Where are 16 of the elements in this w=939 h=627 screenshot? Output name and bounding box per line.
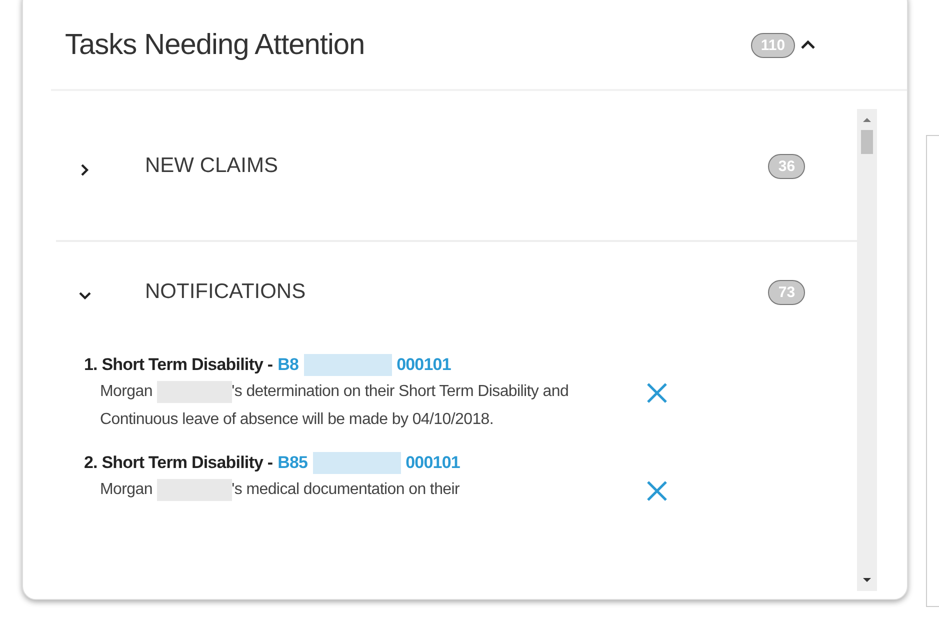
claim-link[interactable]: B8 xyxy=(278,352,299,378)
notification-title: 2. Short Term Disability - xyxy=(84,452,273,474)
scroll-up-icon[interactable] xyxy=(863,117,872,123)
notification-text: Morgan 's medical documentation on their xyxy=(100,476,580,504)
caret-up-icon[interactable] xyxy=(799,39,818,51)
scroll-down-icon[interactable] xyxy=(863,577,872,583)
scrollbar[interactable] xyxy=(857,109,878,591)
notification-text: Morgan 's determination on their Short Term Disability and Continuous leave of absence will be made by 04/10/2018. xyxy=(100,378,580,434)
claim-link[interactable]: B85 xyxy=(278,450,308,476)
section-title[interactable]: NEW CLAIMS xyxy=(145,154,768,178)
panel-title: Tasks Needing Attention xyxy=(65,28,366,62)
claim-link[interactable]: 000101 xyxy=(406,450,460,476)
scroll-thumb[interactable] xyxy=(861,130,874,154)
notification-title: 1. Short Term Disability - xyxy=(84,354,273,376)
section-title[interactable]: NOTIFICATIONS xyxy=(145,280,768,304)
claim-link[interactable]: 000101 xyxy=(396,352,451,378)
